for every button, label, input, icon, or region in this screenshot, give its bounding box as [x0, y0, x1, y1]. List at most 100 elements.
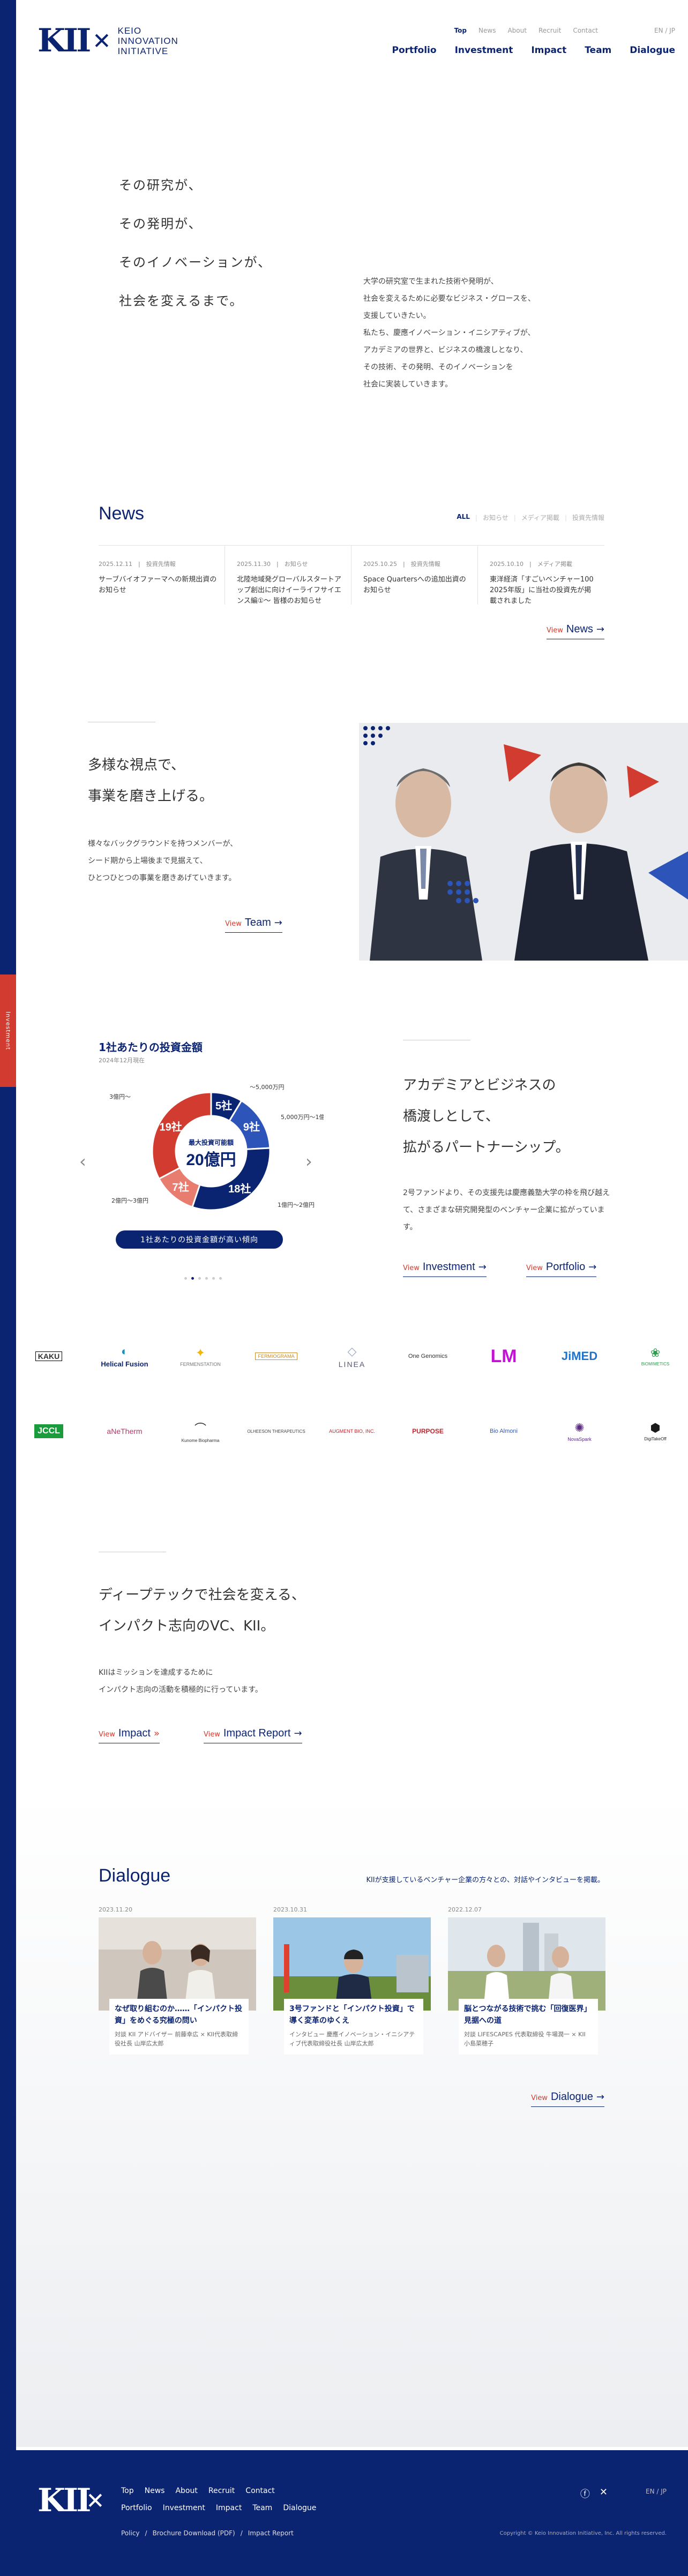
facebook-icon[interactable]: ⓕ — [580, 2487, 590, 2501]
logo-mark: KII — [38, 2482, 91, 2519]
hero-desc-line: 支援していきたい。 — [363, 312, 431, 320]
nav-dialogue[interactable]: Dialogue — [630, 45, 675, 56]
nav-portfolio[interactable]: Portfolio — [392, 45, 437, 56]
team-line: 事業を磨き上げる。 — [88, 788, 214, 804]
carousel-dot-active[interactable] — [191, 1277, 194, 1280]
footer-link-brochure[interactable]: Brochure Download (PDF) — [153, 2529, 235, 2537]
dialogue-card[interactable]: 2023.11.20 なぜ取り組むのか……「インパクト投資」をめぐる究極の問い … — [99, 1906, 256, 2054]
view-impact-link[interactable]: View Impact » — [99, 1727, 160, 1743]
partner-logo[interactable]: ⬢ DigiTakeOff — [626, 1421, 685, 1441]
double-chevron-icon: » — [153, 1728, 160, 1739]
partner-logo[interactable]: KAKU — [19, 1351, 78, 1361]
footer-link-team[interactable]: Team — [252, 2504, 272, 2512]
hero-desc-line: その技術、その発明、そのイノベーションを — [363, 363, 513, 372]
language-switch[interactable]: EN / JP — [654, 27, 675, 34]
footer-link-impact-report[interactable]: Impact Report — [248, 2529, 294, 2537]
partner-logo[interactable]: AUGMENT BIO, INC. — [323, 1429, 382, 1434]
filter-notice[interactable]: お知らせ — [475, 513, 508, 522]
logo-text: FERMIOGRAMA — [255, 1353, 297, 1360]
nav-team[interactable]: Team — [585, 45, 611, 56]
nav-impact[interactable]: Impact — [531, 45, 566, 56]
news-item[interactable]: 2025.11.30 | お知らせ 北陸地域発グローバルスタートアップ創出に向け… — [225, 546, 352, 605]
partner-logo[interactable]: ⌒ Kunome Biopharma — [171, 1419, 230, 1443]
util-nav-recruit[interactable]: Recruit — [539, 27, 561, 34]
view-team-link[interactable]: View Team → — [225, 917, 282, 933]
util-nav-news[interactable]: News — [478, 27, 496, 34]
link-label: Impact — [118, 1727, 151, 1739]
filter-media[interactable]: メディア掲載 — [514, 513, 559, 522]
carousel-dot[interactable] — [184, 1277, 187, 1280]
view-dialogue-link[interactable]: View Dialogue → — [531, 2091, 604, 2107]
logo-text: PURPOSE — [412, 1427, 444, 1435]
carousel-dot[interactable] — [212, 1277, 215, 1280]
logo-text: KEIO INNOVATION INITIATIVE — [117, 26, 178, 56]
carousel-dot[interactable] — [219, 1277, 222, 1280]
carousel-dots — [184, 1277, 222, 1280]
util-nav-contact[interactable]: Contact — [573, 27, 598, 34]
view-impact-report-link[interactable]: View Impact Report → — [204, 1727, 302, 1743]
filter-all[interactable]: ALL — [457, 513, 470, 522]
view-label: View — [225, 920, 242, 928]
nav-investment[interactable]: Investment — [455, 45, 513, 56]
partner-logo[interactable]: ◐ Helical Fusion — [95, 1344, 154, 1368]
footer-link-top[interactable]: Top — [121, 2487, 134, 2495]
util-nav-top[interactable]: Top — [454, 27, 467, 34]
dialogue-title: Dialogue — [99, 1865, 171, 1886]
partner-logo[interactable]: JCCL — [19, 1424, 78, 1438]
partner-logo[interactable]: LM — [474, 1346, 533, 1367]
partner-logo[interactable]: OLHEESON THERAPEUTICS — [247, 1429, 306, 1434]
partner-logo[interactable]: ✺ NovaSpark — [550, 1421, 609, 1442]
x-twitter-icon[interactable]: ✕ — [600, 2487, 608, 2501]
news-filter: ALL お知らせ メディア掲載 投資先情報 — [457, 513, 604, 522]
dialogue-card[interactable]: 2023.10.31 3号ファンドと「インパクト投資」で導く変革のゆくえ インタ… — [273, 1906, 431, 2054]
footer-link-impact[interactable]: Impact — [216, 2504, 242, 2512]
filter-portfolio[interactable]: 投資先情報 — [565, 513, 604, 522]
footer-link-dialogue[interactable]: Dialogue — [283, 2504, 316, 2512]
footer-language-switch[interactable]: EN / JP — [646, 2488, 667, 2495]
hero-headline: その研究が、 その発明が、 そのイノベーションが、 社会を変えるまで。 — [119, 166, 272, 320]
dialogue-photo — [99, 1917, 256, 2011]
partner-logo[interactable]: ✦ FERMENSTATION — [171, 1346, 230, 1367]
footer-logo[interactable]: KII ✕ — [38, 2484, 104, 2517]
chevron-left-icon[interactable]: ‹ — [79, 1151, 86, 1172]
partner-logo[interactable]: ◇ LINEA — [323, 1344, 382, 1369]
view-investment-link[interactable]: View Investment → — [403, 1261, 487, 1277]
view-portfolio-link[interactable]: View Portfolio → — [526, 1261, 597, 1277]
footer-link-policy[interactable]: Policy — [121, 2529, 140, 2537]
dialogue-card-title: 脳とつながる技術で挑む「回復医界」見据への道 — [464, 2005, 592, 2025]
investment-badge: 1社あたりの投資金額が高い傾向 — [116, 1230, 283, 1249]
dialogue-card[interactable]: 2022.12.07 脳とつながる技術で挑む「回復医界」見据への道 対談 LIF… — [448, 1906, 605, 2054]
view-news-link[interactable]: View News → — [547, 623, 604, 639]
news-item[interactable]: 2025.10.25 | 投資先情報 Space Quartersへの追加出資の… — [352, 546, 478, 605]
footer: KII ✕ Top News About Recruit Contact Port… — [16, 2450, 688, 2576]
news-list: 2025.12.11 | 投資先情報 サーブバイオファーマへの新規出資のお知らせ… — [99, 545, 604, 605]
footer-link-news[interactable]: News — [145, 2487, 165, 2495]
kii-logo[interactable]: KII ✕ KEIO INNOVATION INITIATIVE — [38, 25, 178, 57]
side-tab-investment[interactable]: Investment — [0, 975, 16, 1087]
link-label: Portfolio — [545, 1261, 586, 1273]
carousel-dot[interactable] — [198, 1277, 201, 1280]
news-item[interactable]: 2025.12.11 | 投資先情報 サーブバイオファーマへの新規出資のお知らせ — [99, 546, 225, 605]
donut-category-label: 3億円〜 — [109, 1093, 131, 1100]
util-nav-about[interactable]: About — [507, 27, 526, 34]
footer-link-portfolio[interactable]: Portfolio — [121, 2504, 152, 2512]
carousel-dot[interactable] — [205, 1277, 208, 1280]
partner-logo[interactable]: ❀ BiOMIMETICS — [626, 1346, 685, 1366]
partner-logo[interactable]: Bio Almoni — [474, 1428, 533, 1434]
news-item[interactable]: 2025.10.10 | メディア掲載 東洋経済「すごいベンチャー100 202… — [478, 546, 604, 605]
utility-nav: Top News About Recruit Contact — [454, 27, 598, 34]
news-date: 2025.10.10 — [490, 561, 524, 568]
partner-logo[interactable]: JiMED — [550, 1349, 609, 1363]
footer-link-investment[interactable]: Investment — [163, 2504, 205, 2512]
footer-link-about[interactable]: About — [175, 2487, 197, 2495]
impact-line: ディープテックで社会を変える、 — [99, 1587, 305, 1603]
dialogue-background — [16, 1794, 688, 2447]
footer-link-contact[interactable]: Contact — [245, 2487, 274, 2495]
partner-logo[interactable]: PURPOSE — [399, 1427, 458, 1435]
partner-logo[interactable]: FERMIOGRAMA — [247, 1353, 306, 1360]
partner-logo[interactable]: One Genomics — [399, 1353, 458, 1359]
footer-link-recruit[interactable]: Recruit — [208, 2487, 235, 2495]
news-meta: 2025.12.11 | 投資先情報 — [99, 561, 176, 568]
dialogue-date: 2023.10.31 — [273, 1906, 307, 1913]
partner-logo[interactable]: aNeTherm — [95, 1427, 154, 1436]
